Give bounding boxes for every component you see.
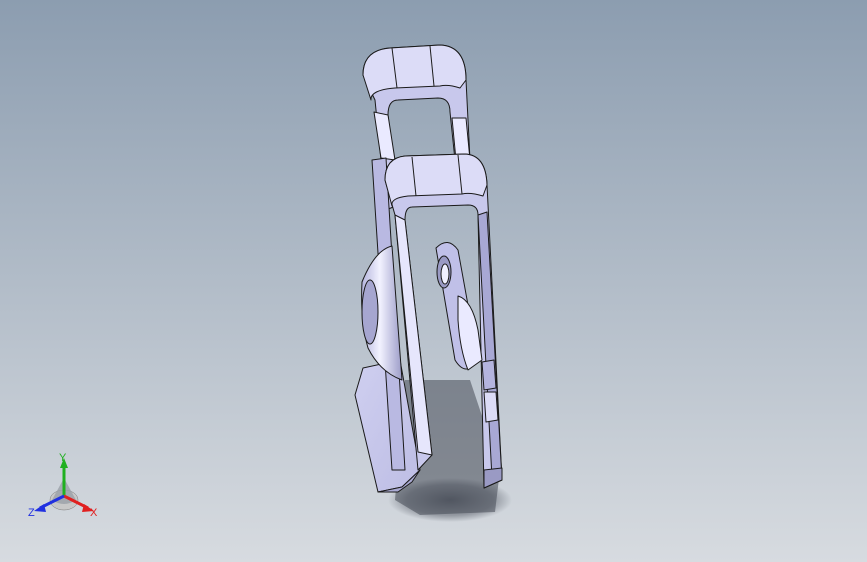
graphics-viewport[interactable]: Y X Z — [0, 0, 867, 562]
mounting-hole-inner — [440, 263, 450, 285]
slot-1 — [481, 359, 497, 391]
orientation-triad[interactable]: Y X Z — [24, 448, 104, 528]
y-axis-label: Y — [59, 452, 67, 464]
dome-rim — [361, 279, 379, 345]
part-model[interactable] — [0, 0, 867, 562]
slot-2 — [483, 391, 499, 423]
x-axis-label: X — [90, 507, 98, 519]
z-axis-label: Z — [28, 507, 35, 519]
rear-loop-inner-left — [373, 111, 396, 161]
z-axis-arrow — [34, 504, 46, 512]
